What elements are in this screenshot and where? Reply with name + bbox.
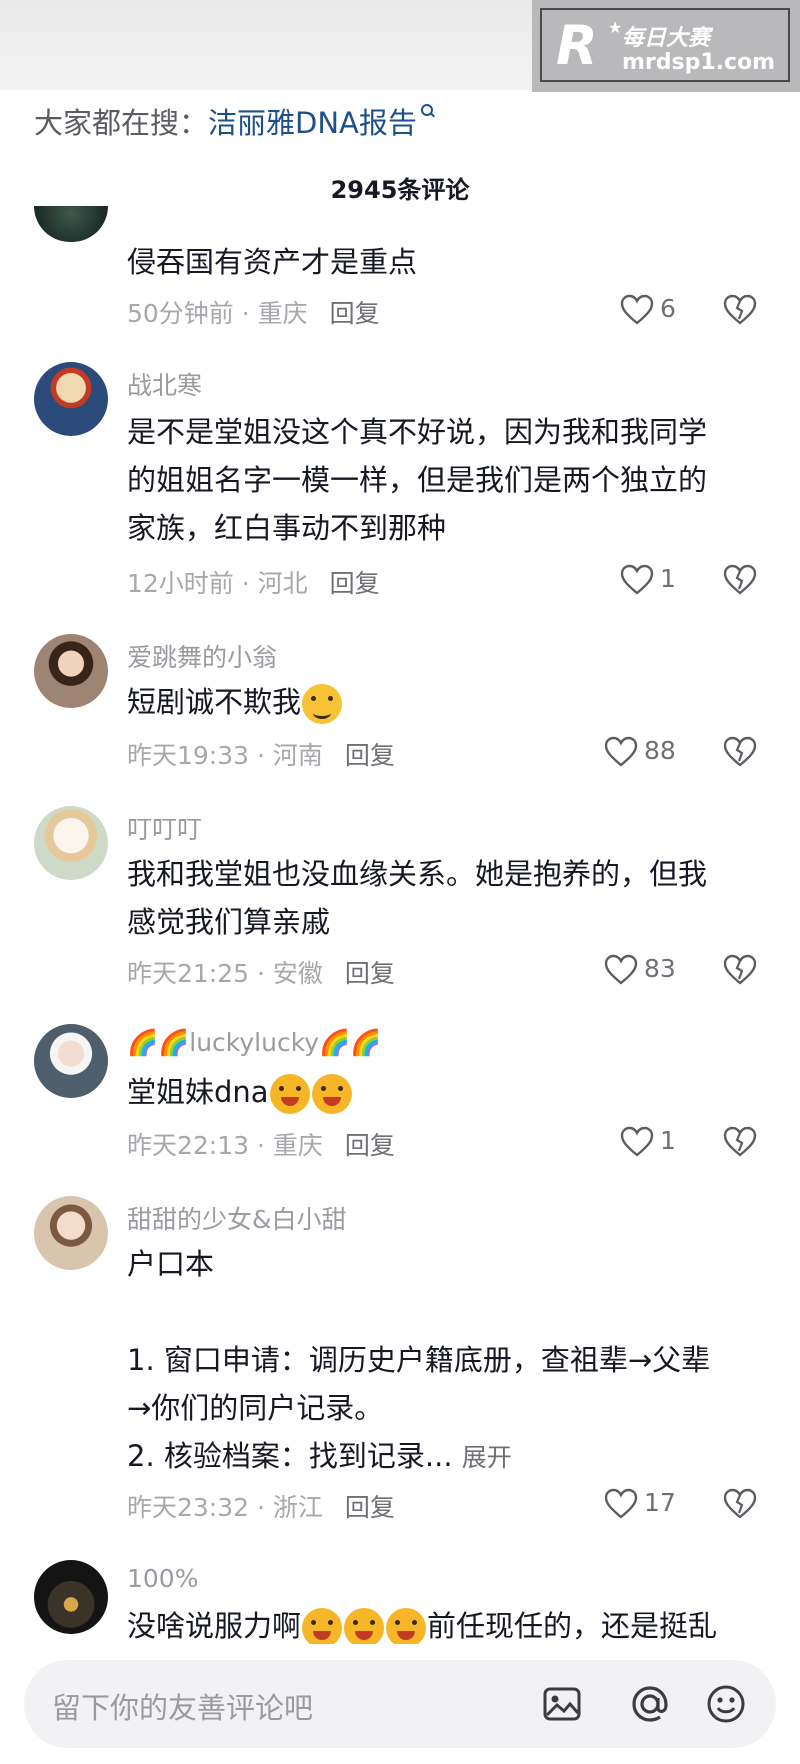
comment-location: 安徽 bbox=[272, 959, 323, 988]
comment-text: 是不是堂姐没这个真不好说，因为我和我同学 的姐姐名字一模一样，但是我们是两个独立的… bbox=[127, 415, 708, 545]
like-count: 83 bbox=[644, 954, 676, 983]
comment-time: 昨天23:32 bbox=[127, 1493, 250, 1522]
avatar[interactable] bbox=[34, 1560, 108, 1634]
watermark-title: 每日大赛 bbox=[622, 26, 711, 51]
avatar[interactable] bbox=[34, 634, 108, 708]
comment-location: 重庆 bbox=[272, 1131, 323, 1160]
comment-text: 侵吞国有资产才是重点 bbox=[127, 245, 418, 279]
comment-meta: 12小时前 · 河北 回复 bbox=[127, 569, 380, 598]
search-term[interactable]: 洁丽雅DNA报告 bbox=[208, 106, 417, 140]
heart-icon bbox=[620, 294, 654, 325]
reply-button[interactable]: 回复 bbox=[345, 1131, 395, 1160]
search-suggestion[interactable]: 大家都在搜：洁丽雅DNA报告 bbox=[34, 100, 435, 142]
like-button[interactable]: 88 bbox=[604, 736, 676, 768]
laughing-emoji-icon bbox=[344, 1608, 385, 1648]
star-icon: ★ bbox=[608, 18, 623, 37]
reply-button[interactable]: 回复 bbox=[330, 299, 380, 328]
comment-text: 短剧诚不欺我 bbox=[127, 678, 767, 726]
watermark-logo: R bbox=[556, 14, 598, 77]
watermark-url: mrdsp1.com bbox=[622, 50, 776, 75]
like-button[interactable]: 1 bbox=[620, 564, 676, 596]
comment-input-bar: 留下你的友善评论吧 bbox=[0, 1644, 800, 1764]
avatar[interactable] bbox=[34, 806, 108, 880]
at-mention-icon[interactable] bbox=[628, 1682, 672, 1726]
comment-time: 50分钟前 bbox=[127, 299, 234, 328]
dislike-icon[interactable] bbox=[722, 294, 758, 326]
comment-meta: 昨天22:13 · 重庆 回复 bbox=[127, 1131, 395, 1160]
comment-location: 浙江 bbox=[272, 1493, 323, 1522]
laughing-emoji-icon bbox=[386, 1608, 427, 1648]
watermark-frame: R ★ 每日大赛 mrdsp1.com bbox=[540, 8, 790, 82]
laughing-emoji-icon bbox=[302, 1608, 343, 1648]
dislike-icon[interactable] bbox=[722, 1488, 758, 1520]
like-count: 88 bbox=[644, 736, 676, 765]
comment-username[interactable]: 爱跳舞的小翁 bbox=[127, 638, 277, 674]
comment-username[interactable]: 叮叮叮 bbox=[127, 810, 202, 846]
emoji-icon[interactable] bbox=[704, 1682, 748, 1726]
avatar[interactable] bbox=[34, 1196, 108, 1270]
laughing-emoji-icon bbox=[269, 1074, 310, 1114]
avatar[interactable] bbox=[34, 362, 108, 436]
comment-text: 我和我堂姐也没血缘关系。她是抱养的，但我 感觉我们算亲戚 bbox=[127, 857, 708, 939]
comment-location: 重庆 bbox=[257, 299, 308, 328]
heart-icon bbox=[620, 564, 654, 595]
comment-meta: 昨天19:33 · 河南 回复 bbox=[127, 741, 395, 770]
heart-icon bbox=[604, 1488, 638, 1519]
like-count: 6 bbox=[660, 294, 676, 323]
reply-button[interactable]: 回复 bbox=[345, 741, 395, 770]
laughing-emoji-icon bbox=[311, 1074, 352, 1114]
comment-meta: 昨天23:32 · 浙江 回复 bbox=[127, 1493, 395, 1522]
comment-text: 没啥说服力啊 前任现任的，还是挺乱 bbox=[127, 1602, 767, 1648]
comments-count-title: 2945条评论 bbox=[330, 176, 470, 204]
like-count: 1 bbox=[660, 1126, 676, 1155]
avatar[interactable] bbox=[34, 1024, 108, 1098]
search-prefix: 大家都在搜： bbox=[34, 106, 209, 140]
comment-username[interactable]: 甜甜的少女&白小甜 bbox=[127, 1200, 347, 1236]
like-button[interactable]: 17 bbox=[604, 1488, 676, 1520]
image-icon[interactable] bbox=[540, 1682, 584, 1726]
comment-meta: 昨天21:25 · 安徽 回复 bbox=[127, 959, 395, 988]
comment-text: 户口本 1. 窗口申请：调历史户籍底册，查祖辈→父辈 →你们的同户记录。 2. … bbox=[127, 1247, 711, 1473]
like-button[interactable]: 1 bbox=[620, 1126, 676, 1158]
comment-location: 河北 bbox=[257, 569, 308, 598]
avatar[interactable] bbox=[34, 206, 108, 242]
heart-icon bbox=[620, 1126, 654, 1157]
comment-time: 12小时前 bbox=[127, 569, 234, 598]
heart-icon bbox=[604, 954, 638, 985]
search-icon bbox=[420, 104, 435, 118]
dislike-icon[interactable] bbox=[722, 564, 758, 596]
dislike-icon[interactable] bbox=[722, 1126, 758, 1158]
like-count: 1 bbox=[660, 564, 676, 593]
heart-icon bbox=[604, 736, 638, 767]
comment-time: 昨天19:33 bbox=[127, 741, 250, 770]
comment-input[interactable]: 留下你的友善评论吧 bbox=[24, 1660, 776, 1748]
watermark: R ★ 每日大赛 mrdsp1.com bbox=[532, 0, 800, 92]
comment-meta: 50分钟前 · 重庆 回复 bbox=[127, 299, 380, 328]
comment-time: 昨天22:13 bbox=[127, 1131, 250, 1160]
like-count: 17 bbox=[644, 1488, 676, 1517]
like-button[interactable]: 83 bbox=[604, 954, 676, 986]
comment-input-placeholder: 留下你的友善评论吧 bbox=[52, 1691, 314, 1725]
reply-button[interactable]: 回复 bbox=[330, 569, 380, 598]
reply-button[interactable]: 回复 bbox=[345, 959, 395, 988]
expand-link[interactable]: 展开 bbox=[462, 1443, 512, 1472]
comment-time: 昨天21:25 bbox=[127, 959, 250, 988]
comment-username[interactable]: 100% bbox=[127, 1564, 198, 1593]
dislike-icon[interactable] bbox=[722, 736, 758, 768]
comment-text: 堂姐妹dna bbox=[127, 1068, 767, 1116]
comment-username[interactable]: 🌈🌈luckylucky🌈🌈 bbox=[127, 1028, 381, 1058]
emoji-icon bbox=[302, 684, 343, 724]
comment-username[interactable]: 战北寒 bbox=[127, 366, 202, 402]
comment-location: 河南 bbox=[272, 741, 323, 770]
reply-button[interactable]: 回复 bbox=[345, 1493, 395, 1522]
dislike-icon[interactable] bbox=[722, 954, 758, 986]
like-button[interactable]: 6 bbox=[620, 294, 676, 326]
